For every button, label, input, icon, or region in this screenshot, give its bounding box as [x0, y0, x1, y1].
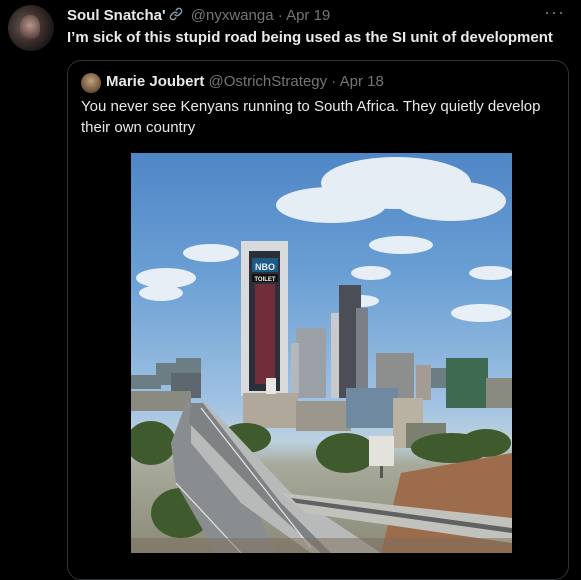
photo-sign-toilet: TOILET [254, 277, 276, 283]
quoted-handle[interactable]: @OstrichStrategy [209, 73, 328, 90]
handle[interactable]: @nyxwanga [191, 7, 274, 24]
tweet[interactable]: Soul Snatcha' @nyxwanga · Apr 19 ··· I’m… [0, 0, 581, 580]
tweet-text: I’m sick of this stupid road being used … [67, 29, 553, 46]
link-icon [168, 6, 184, 28]
separator: · [277, 7, 283, 24]
quoted-display-name[interactable]: Marie Joubert [106, 73, 204, 90]
quoted-text: You never see Kenyans running to South A… [81, 98, 541, 136]
avatar[interactable] [8, 5, 54, 51]
tweet-header: Soul Snatcha' @nyxwanga · Apr 19 [67, 6, 330, 28]
more-icon[interactable]: ··· [544, 3, 565, 21]
quoted-separator: · [331, 73, 337, 90]
quoted-avatar[interactable] [81, 73, 101, 93]
quoted-header: Marie Joubert @OstrichStrategy · Apr 18 [106, 72, 384, 92]
quoted-tweet[interactable]: Marie Joubert @OstrichStrategy · Apr 18 … [67, 60, 569, 580]
timestamp[interactable]: Apr 19 [286, 7, 330, 24]
quoted-timestamp[interactable]: Apr 18 [340, 73, 384, 90]
photo-nairobi-skyline[interactable]: NBO TOILET [131, 153, 512, 553]
photo-sign-nbo: NBO [255, 262, 275, 272]
display-name[interactable]: Soul Snatcha' [67, 7, 166, 24]
photo-illustration: NBO TOILET [131, 157, 512, 553]
